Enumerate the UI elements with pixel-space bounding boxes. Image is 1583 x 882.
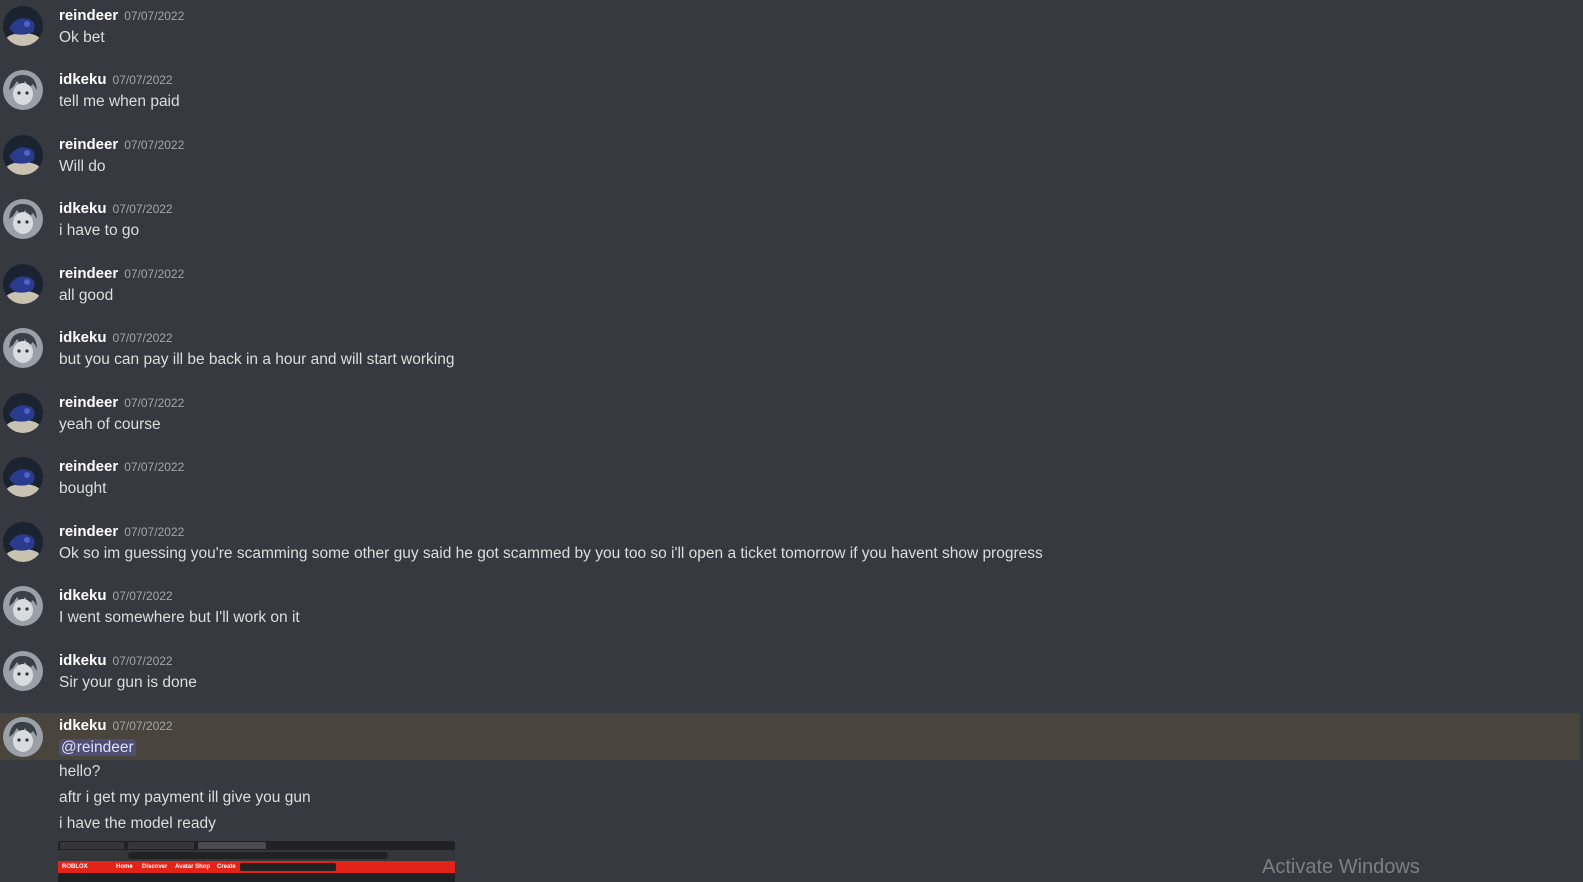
user-mention[interactable]: @reindeer [59, 739, 136, 756]
message-author[interactable]: idkeku [59, 329, 107, 346]
message-text: Ok so im guessing you're scamming some o… [59, 545, 1043, 562]
idkeku-avatar-icon[interactable] [3, 717, 43, 757]
message: reindeer 07/07/2022 Ok bet [0, 0, 1580, 64]
url-field [128, 852, 388, 859]
message: idkeku 07/07/2022 I went somewhere but I'… [0, 580, 1580, 644]
message: idkeku 07/07/2022 tell me when paid [0, 64, 1580, 128]
message-author[interactable]: idkeku [59, 71, 107, 88]
message-timestamp: 07/07/2022 [112, 73, 173, 87]
message-text: Will do [59, 158, 106, 175]
message-author[interactable]: idkeku [59, 717, 107, 734]
message-author[interactable]: reindeer [59, 265, 118, 282]
message: reindeer 07/07/2022 Ok so im guessing you… [0, 516, 1580, 580]
browser-tab [198, 842, 266, 849]
browser-address-bar [58, 850, 455, 861]
browser-tab [60, 842, 124, 849]
message-text: I went somewhere but I'll work on it [59, 609, 300, 626]
message-author[interactable]: reindeer [59, 394, 118, 411]
message-timestamp: 07/07/2022 [112, 589, 173, 603]
nav-item: Home [116, 864, 133, 870]
message-author[interactable]: reindeer [59, 136, 118, 153]
reindeer-avatar-icon[interactable] [3, 264, 43, 304]
nav-item: Avatar Shop [175, 864, 211, 870]
message-timestamp: 07/07/2022 [124, 525, 185, 539]
followup-message-text: i have the model ready [59, 815, 216, 832]
message-text: all good [59, 287, 114, 304]
message-timestamp: 07/07/2022 [112, 202, 173, 216]
nav-item: Discover [142, 864, 168, 870]
message-author[interactable]: idkeku [59, 652, 107, 669]
search-box [240, 863, 336, 871]
message-text: but you can pay ill be back in a hour an… [59, 351, 455, 368]
followup-message-text: hello? [59, 763, 101, 780]
message-timestamp: 07/07/2022 [112, 331, 173, 345]
idkeku-avatar-icon[interactable] [3, 199, 43, 239]
roblox-nav-bar: ROBLOX Home Discover Avatar Shop Create [58, 861, 455, 873]
message: reindeer 07/07/2022 all good [0, 258, 1580, 322]
message-text: tell me when paid [59, 93, 180, 110]
roblox-logo: ROBLOX [62, 864, 88, 870]
idkeku-avatar-icon[interactable] [3, 586, 43, 626]
reindeer-avatar-icon[interactable] [3, 135, 43, 175]
browser-tab [128, 842, 194, 849]
message-timestamp: 07/07/2022 [124, 460, 185, 474]
reindeer-avatar-icon[interactable] [3, 393, 43, 433]
message-timestamp: 07/07/2022 [124, 9, 185, 23]
message-text: yeah of course [59, 416, 161, 433]
message-text: bought [59, 480, 107, 497]
message-author[interactable]: idkeku [59, 587, 107, 604]
reindeer-avatar-icon[interactable] [3, 522, 43, 562]
message-author[interactable]: reindeer [59, 7, 118, 24]
reindeer-avatar-icon[interactable] [3, 6, 43, 46]
browser-tab-strip [58, 841, 455, 850]
message-author[interactable]: reindeer [59, 458, 118, 475]
idkeku-avatar-icon[interactable] [3, 70, 43, 110]
message: reindeer 07/07/2022 bought [0, 451, 1580, 515]
message: idkeku 07/07/2022 but you can pay ill be … [0, 322, 1580, 386]
message-timestamp: 07/07/2022 [124, 396, 185, 410]
message-timestamp: 07/07/2022 [124, 138, 185, 152]
nav-item: Create [217, 864, 236, 870]
message-text: i have to go [59, 222, 140, 239]
idkeku-avatar-icon[interactable] [3, 328, 43, 368]
message-text: Sir your gun is done [59, 674, 197, 691]
message: reindeer 07/07/2022 Will do [0, 129, 1580, 193]
message-timestamp: 07/07/2022 [112, 719, 173, 733]
windows-activation-watermark: Activate Windows [1262, 856, 1420, 878]
message: reindeer 07/07/2022 yeah of course [0, 387, 1580, 451]
message: idkeku 07/07/2022 i have to go [0, 193, 1580, 257]
followup-message-text: aftr i get my payment ill give you gun [59, 789, 311, 806]
message-timestamp: 07/07/2022 [112, 654, 173, 668]
chat-log: reindeer 07/07/2022 Ok bet idkeku 07/07/20… [0, 0, 1583, 882]
message: idkeku 07/07/2022 Sir your gun is done [0, 645, 1580, 709]
mention-message: idkeku 07/07/2022 @reindeer [0, 713, 1580, 760]
message-author[interactable]: idkeku [59, 200, 107, 217]
image-attachment[interactable]: ROBLOX Home Discover Avatar Shop Create [58, 841, 455, 882]
message-timestamp: 07/07/2022 [124, 267, 185, 281]
idkeku-avatar-icon[interactable] [3, 651, 43, 691]
message-text: Ok bet [59, 29, 105, 46]
message-author[interactable]: reindeer [59, 523, 118, 540]
reindeer-avatar-icon[interactable] [3, 457, 43, 497]
